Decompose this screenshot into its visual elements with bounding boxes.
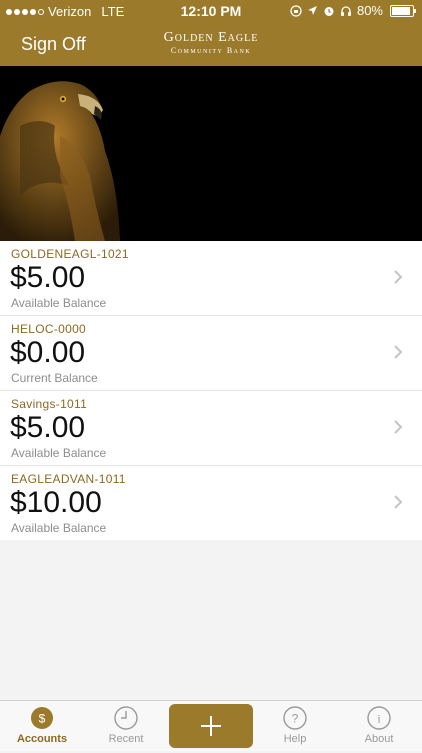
account-name: HELOC-0000 [11,322,87,336]
account-row[interactable]: HELOC-0000 $0.00 Current Balance [0,316,422,391]
tab-accounts[interactable]: $ Accounts [0,701,84,751]
battery-percent: 80% [356,3,383,18]
accounts-dollar-icon: $ [31,707,53,729]
account-row[interactable]: GOLDENEAGL-1021 $5.00 Available Balance [0,241,422,316]
eagle-illustration [0,81,120,241]
about-icon-text: i [377,712,381,726]
chevron-right-icon [394,270,403,284]
clock-icon [114,706,138,730]
account-name: Savings-1011 [11,397,88,411]
headphones-icon [340,5,351,16]
account-row[interactable]: EAGLEADVAN-1011 $10.00 Available Balance [0,466,422,540]
battery-icon [390,4,416,17]
balance-type-label: Available Balance [11,296,107,310]
account-balance: $10.00 [10,486,102,519]
account-balance: $0.00 [10,336,86,369]
chevron-right-icon [394,495,403,509]
account-name: EAGLEADVAN-1011 [11,472,126,486]
tab-label: Recent [108,733,144,745]
accounts-list: GOLDENEAGL-1021 $5.00 Available Balance … [0,241,422,540]
navigation-bar: Sign Off Golden Eagle Community Bank [0,22,422,66]
plus-icon [201,716,221,736]
account-row[interactable]: Savings-1011 $5.00 Available Balance [0,391,422,466]
orientation-lock-icon [290,4,302,17]
help-icon-text: ? [292,712,299,726]
tab-help[interactable]: ? Help [253,701,337,751]
brand-name: Golden Eagle [163,30,259,45]
add-button[interactable] [169,704,253,748]
account-balance: $5.00 [10,411,86,444]
hero-eagle-image [0,66,422,241]
status-bar: Verizon LTE 12:10 PM 80% [0,0,422,22]
chevron-right-icon [394,345,403,359]
accounts-icon-text: $ [39,712,46,726]
balance-type-label: Available Balance [11,521,107,535]
info-icon: i [367,706,391,730]
location-icon [307,6,317,15]
tab-about[interactable]: i About [337,701,421,751]
brand-subtitle: Community Bank [170,46,252,55]
tab-label: Accounts [16,733,68,745]
tab-label: Help [283,733,307,745]
tab-recent[interactable]: Recent [84,701,168,751]
account-name: GOLDENEAGL-1021 [11,247,129,261]
tab-bar: $ Accounts Recent ? Help i About [0,700,422,751]
help-icon: ? [283,706,307,730]
account-balance: $5.00 [10,261,86,294]
tab-label: About [364,733,394,745]
brand-logo: Golden Eagle Community Bank [0,31,422,55]
chevron-right-icon [394,420,403,434]
balance-type-label: Available Balance [11,446,107,460]
alarm-icon [324,6,334,16]
balance-type-label: Current Balance [11,371,98,385]
status-right: 80% [290,3,416,18]
